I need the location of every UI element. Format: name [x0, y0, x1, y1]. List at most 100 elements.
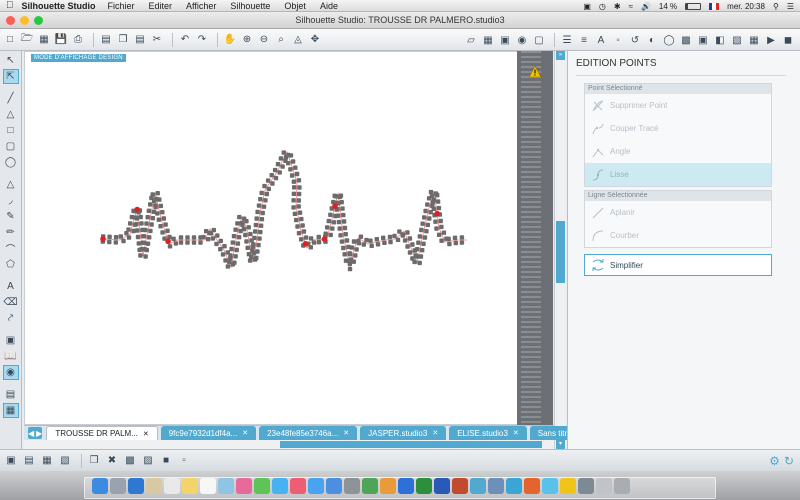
- path-node[interactable]: [270, 181, 275, 186]
- path-node[interactable]: [143, 227, 148, 233]
- path-node[interactable]: [446, 236, 451, 241]
- path-node[interactable]: [392, 233, 397, 239]
- path-node[interactable]: [430, 200, 436, 205]
- path-node[interactable]: [330, 226, 335, 231]
- path-node[interactable]: [113, 235, 119, 240]
- break-path-button[interactable]: Couper Tracé: [585, 117, 771, 140]
- path-node[interactable]: [328, 212, 333, 217]
- trace-icon[interactable]: ▩: [679, 33, 693, 47]
- align-icon[interactable]: ≡: [577, 33, 591, 47]
- path-node[interactable]: [296, 204, 301, 209]
- path-node[interactable]: [333, 194, 338, 199]
- path-node[interactable]: [291, 179, 297, 184]
- path-node[interactable]: [428, 189, 434, 195]
- battery-icon[interactable]: [685, 2, 702, 10]
- simplify-button[interactable]: Simplifier: [584, 254, 772, 276]
- path-node[interactable]: [235, 241, 241, 246]
- path-node[interactable]: [348, 252, 353, 257]
- path-node[interactable]: [207, 230, 212, 236]
- path-node[interactable]: [290, 159, 296, 164]
- path-node[interactable]: [436, 232, 442, 237]
- path-node[interactable]: [257, 236, 262, 241]
- close-tab-icon[interactable]: ✕: [143, 430, 149, 438]
- path-node[interactable]: [358, 234, 364, 239]
- close-window-button[interactable]: [6, 16, 15, 25]
- path-node[interactable]: [218, 238, 223, 244]
- path-node[interactable]: [248, 231, 253, 237]
- path-node[interactable]: [161, 216, 166, 221]
- finder-icon[interactable]: [92, 478, 108, 494]
- panel-toggle-bottom-icon[interactable]: ▦: [2, 403, 19, 418]
- duplicate-icon[interactable]: ❐: [87, 454, 101, 468]
- path-node[interactable]: [160, 210, 165, 215]
- path-node[interactable]: [233, 254, 238, 259]
- path-node[interactable]: [296, 178, 302, 183]
- make-compound-icon[interactable]: ▩: [123, 454, 137, 468]
- path-node[interactable]: [258, 197, 263, 202]
- path-node[interactable]: [423, 208, 428, 214]
- path-node[interactable]: [341, 212, 346, 218]
- path-node[interactable]: [232, 260, 237, 265]
- close-tab-icon[interactable]: ✕: [343, 429, 349, 437]
- store-view-icon[interactable]: ◉: [2, 365, 19, 380]
- path-node[interactable]: [228, 253, 233, 258]
- path-node[interactable]: [303, 235, 309, 240]
- library-view-icon[interactable]: 📖: [3, 349, 19, 364]
- notifications-icon[interactable]: ☰: [787, 2, 794, 11]
- itunes-icon[interactable]: [290, 478, 306, 494]
- calendar-icon[interactable]: [164, 478, 180, 494]
- path-node[interactable]: [218, 247, 223, 252]
- path-node[interactable]: [341, 219, 347, 224]
- path-node[interactable]: [220, 252, 226, 257]
- path-node[interactable]: [139, 246, 144, 252]
- path-node[interactable]: [338, 233, 343, 238]
- path-node[interactable]: [191, 240, 197, 245]
- new-file-icon[interactable]: □: [3, 33, 17, 47]
- path-node[interactable]: [338, 193, 344, 198]
- chrome-icon[interactable]: [560, 478, 576, 494]
- refresh-icon[interactable]: ↻: [784, 454, 794, 468]
- path-node[interactable]: [416, 240, 421, 245]
- release-compound-icon[interactable]: ▨: [141, 454, 155, 468]
- path-node[interactable]: [308, 245, 313, 250]
- path-node[interactable]: [299, 216, 304, 222]
- path-node[interactable]: [368, 238, 373, 243]
- save-icon[interactable]: 💾: [54, 33, 68, 47]
- path-node[interactable]: [323, 231, 328, 236]
- zoom-out-icon[interactable]: ⊖: [257, 33, 271, 47]
- rectangle-tool-icon[interactable]: □: [3, 123, 19, 138]
- path-node[interactable]: [140, 240, 146, 245]
- path-node[interactable]: [316, 240, 322, 245]
- path-node[interactable]: [143, 254, 148, 259]
- path-node[interactable]: [136, 241, 141, 246]
- path-node[interactable]: [417, 234, 422, 239]
- minimize-window-button[interactable]: [20, 16, 29, 25]
- zoom-select-icon[interactable]: ⌕: [274, 33, 288, 47]
- path-node[interactable]: [269, 173, 274, 178]
- path-node[interactable]: [410, 242, 415, 247]
- path-node[interactable]: [342, 225, 348, 231]
- delete-icon[interactable]: ✖: [105, 454, 119, 468]
- path-node[interactable]: [347, 266, 353, 272]
- scissors-icon[interactable]: ✂: [150, 33, 164, 47]
- fill-color-icon[interactable]: ◉: [515, 33, 529, 47]
- path-node[interactable]: [230, 240, 235, 245]
- path-node[interactable]: [351, 259, 356, 264]
- ibooks-icon[interactable]: [308, 478, 324, 494]
- selected-node[interactable]: [434, 210, 440, 217]
- path-node[interactable]: [148, 202, 153, 207]
- path-node[interactable]: [263, 198, 268, 203]
- path-node[interactable]: [402, 238, 408, 243]
- path-node[interactable]: [291, 198, 296, 203]
- messages-icon[interactable]: [254, 478, 270, 494]
- maps-icon[interactable]: [218, 478, 234, 494]
- path-node[interactable]: [339, 200, 344, 205]
- path-node[interactable]: [294, 171, 300, 177]
- design-canvas[interactable]: MODE D'AFFICHAGE DESIGN: [24, 51, 529, 425]
- close-tab-icon[interactable]: ✕: [432, 429, 438, 437]
- delete-point-button[interactable]: Supprimer Point: [585, 94, 771, 117]
- path-node[interactable]: [135, 228, 140, 233]
- excel-icon[interactable]: [416, 478, 432, 494]
- path-node[interactable]: [173, 241, 179, 246]
- freehand-tool-icon[interactable]: ✎: [3, 209, 19, 224]
